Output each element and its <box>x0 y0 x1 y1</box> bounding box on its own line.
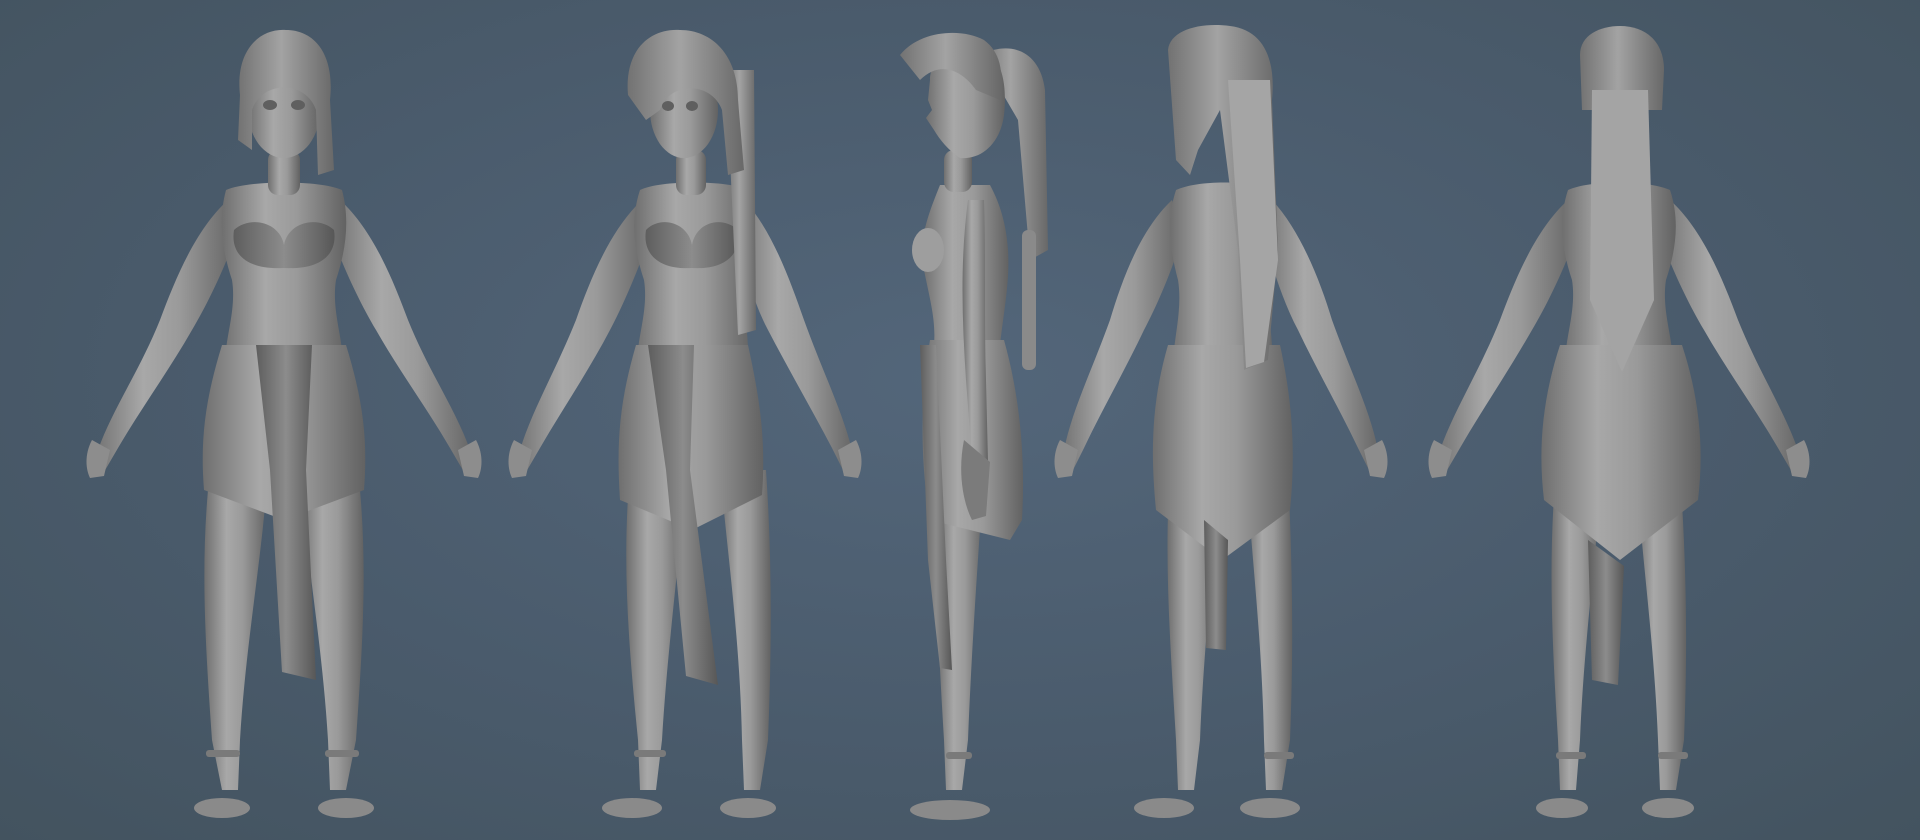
turnaround-sheet <box>86 25 1810 820</box>
side-profile-view-figure <box>900 32 1048 820</box>
back-view-figure <box>1428 26 1810 818</box>
sculpt-turnaround-viewport <box>0 0 1920 840</box>
front-view-figure <box>86 29 482 818</box>
three-quarter-front-view-figure <box>508 29 862 818</box>
three-quarter-back-view-figure <box>1054 25 1388 818</box>
